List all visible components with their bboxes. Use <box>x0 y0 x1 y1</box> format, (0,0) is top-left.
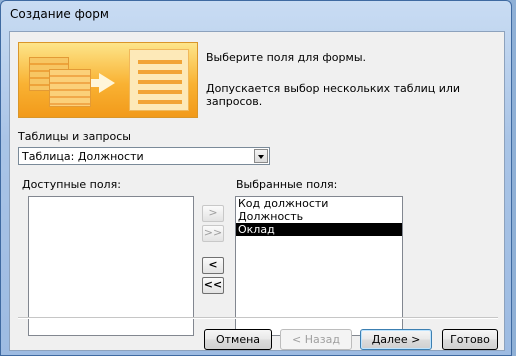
list-item[interactable]: Оклад <box>236 223 402 236</box>
form-wizard-window: Создание форм Выберите поля для формы. Д… <box>0 0 512 356</box>
available-fields-list[interactable] <box>28 196 194 336</box>
next-button[interactable]: Далее > <box>360 329 432 350</box>
available-fields-label: Доступные поля: <box>22 178 121 191</box>
tables-queries-value: Таблица: Должности <box>22 150 144 163</box>
list-item[interactable]: Код должности <box>236 197 402 210</box>
selected-fields-list[interactable]: Код должности Должность Оклад <box>235 196 403 336</box>
wizard-illustration-icon <box>18 42 198 118</box>
tables-queries-label: Таблицы и запросы <box>18 130 131 143</box>
footer-divider <box>18 317 498 319</box>
finish-button[interactable]: Готово <box>442 329 498 350</box>
tables-queries-dropdown[interactable]: Таблица: Должности <box>18 147 270 165</box>
instruction-text: Выберите поля для формы. <box>206 51 366 64</box>
list-item[interactable]: Должность <box>236 210 402 223</box>
selected-fields-label: Выбранные поля: <box>236 178 338 191</box>
window-title: Создание форм <box>10 7 109 21</box>
remove-field-button[interactable]: < <box>202 257 224 274</box>
add-all-fields-button[interactable]: >> <box>202 225 224 242</box>
back-button[interactable]: < Назад <box>280 329 352 350</box>
remove-all-fields-button[interactable]: << <box>202 277 224 294</box>
wizard-client-area: Выберите поля для формы. Допускается выб… <box>9 31 505 351</box>
dropdown-arrow-button[interactable] <box>254 149 268 163</box>
cancel-button[interactable]: Отмена <box>204 329 272 350</box>
hint-text: Допускается выбор нескольких таблиц или … <box>206 82 461 108</box>
add-field-button[interactable]: > <box>202 205 224 222</box>
chevron-down-icon <box>258 155 264 159</box>
